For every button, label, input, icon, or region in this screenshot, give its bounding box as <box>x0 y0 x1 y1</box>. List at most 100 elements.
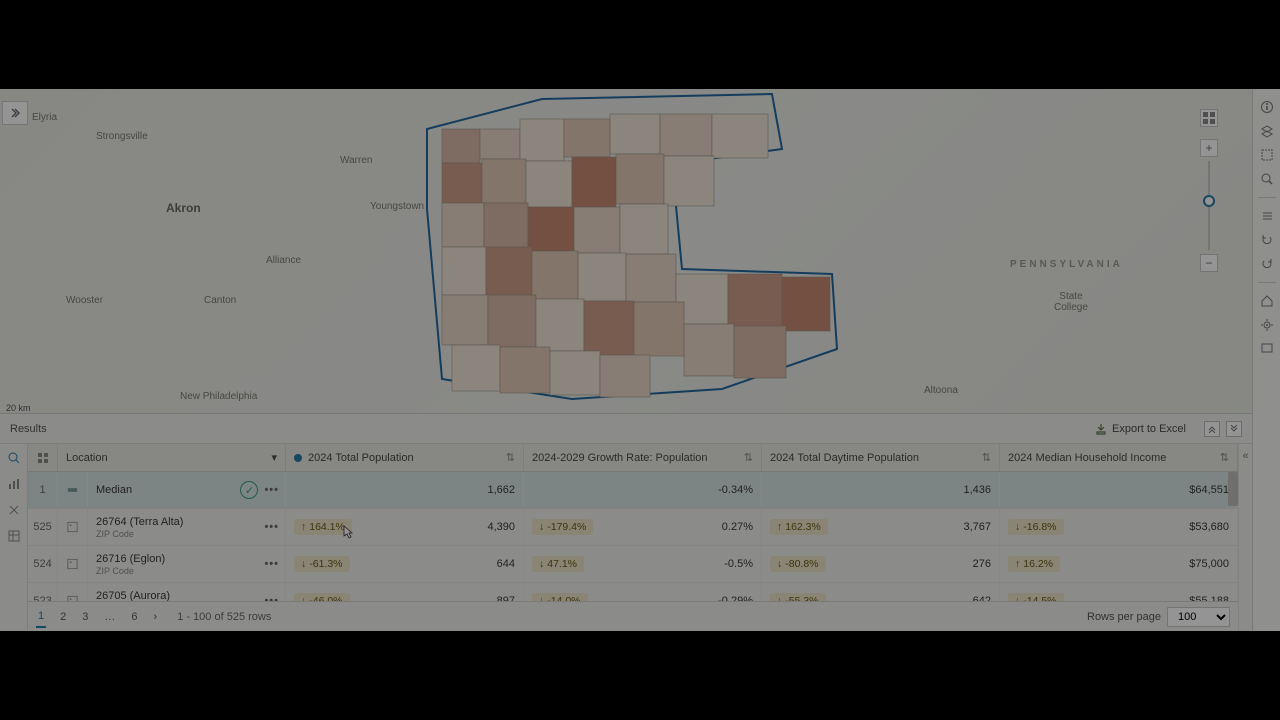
cell-value: -61.3%644 <box>286 546 524 582</box>
export-to-excel-button[interactable]: Export to Excel <box>1089 420 1192 438</box>
cell-value: $64,551 <box>1000 472 1238 508</box>
map-label: Alliance <box>266 255 301 266</box>
layers-icon[interactable] <box>1257 121 1277 141</box>
grid-view-tabs <box>0 444 28 631</box>
column-header-growth[interactable]: 2024-2029 Growth Rate: Population ⇅ <box>524 444 762 471</box>
cell-location: Median✓••• <box>88 472 286 508</box>
map-right-toolbar <box>1252 89 1280 631</box>
map-label: Warren <box>340 155 372 166</box>
row-index: 523 <box>28 583 58 601</box>
map-label: Akron <box>166 201 201 215</box>
search-icon[interactable] <box>1257 169 1277 189</box>
grid-tab-table-icon[interactable] <box>6 528 22 544</box>
sort-icon[interactable]: ⇅ <box>982 451 991 464</box>
grid-tab-chart-icon[interactable] <box>6 476 22 492</box>
row-actions-button[interactable]: ••• <box>264 484 279 496</box>
series-dot-icon <box>294 454 302 462</box>
cell-value: -80.8%276 <box>762 546 1000 582</box>
row-type-icon <box>58 472 88 508</box>
column-header-daytime-pop[interactable]: 2024 Total Daytime Population ⇅ <box>762 444 1000 471</box>
panel-collapse-button[interactable] <box>1204 421 1220 437</box>
home-extent-icon[interactable] <box>1257 291 1277 311</box>
row-index: 1 <box>28 472 58 508</box>
column-options-icon[interactable] <box>28 444 58 471</box>
basemap-gallery-button[interactable] <box>1200 109 1218 127</box>
map-label: Wooster <box>66 295 103 306</box>
sort-icon[interactable]: ⇅ <box>1220 451 1229 464</box>
grid-footer: 123 … 6 › 1 - 100 of 525 rows Rows per page… <box>28 601 1238 631</box>
table-row[interactable]: 524 26716 (Eglon)ZIP Code•••-61.3%64447.1… <box>28 546 1238 583</box>
map-label: New Philadelphia <box>180 391 257 402</box>
cell-value: 1,436 <box>762 472 1000 508</box>
grid-body[interactable]: 1Median✓•••1,662-0.34%1,436$64,551525267… <box>28 472 1238 601</box>
map-label: Elyria <box>32 112 57 123</box>
map-label: Canton <box>204 295 236 306</box>
results-title: Results <box>10 423 47 435</box>
rows-per-page-select[interactable]: 100 <box>1167 607 1230 627</box>
cell-location: 26716 (Eglon)ZIP Code••• <box>88 546 286 582</box>
column-header-location[interactable]: Location ▾ <box>58 444 286 471</box>
zoom-handle[interactable] <box>1203 195 1215 207</box>
table-row[interactable]: 1Median✓•••1,662-0.34%1,436$64,551 <box>28 472 1238 509</box>
page-button[interactable]: 1 <box>36 606 46 628</box>
cell-value: 164.1%4,390 <box>286 509 524 545</box>
table-row[interactable]: 525 26764 (Terra Alta)ZIP Code•••164.1%4,… <box>28 509 1238 546</box>
page-button[interactable]: 2 <box>58 607 68 627</box>
export-icon <box>1095 423 1107 435</box>
fullscreen-icon[interactable] <box>1257 339 1277 359</box>
row-actions-button[interactable]: ••• <box>264 521 279 533</box>
row-select-check-icon[interactable]: ✓ <box>240 481 258 499</box>
row-index: 525 <box>28 509 58 545</box>
row-type-icon <box>58 509 88 545</box>
column-header-income[interactable]: 2024 Median Household Income ⇅ <box>1000 444 1238 471</box>
cell-value: 16.2%$75,000 <box>1000 546 1238 582</box>
grid-right-collapse-button[interactable]: « <box>1238 444 1252 631</box>
pagination: 123 … 6 › <box>36 606 159 628</box>
redo-icon[interactable] <box>1257 254 1277 274</box>
row-actions-button[interactable]: ••• <box>264 558 279 570</box>
grid-header-row: Location ▾ 2024 Total Population ⇅ 2024-… <box>28 444 1238 472</box>
cursor-icon <box>343 525 353 539</box>
undo-icon[interactable] <box>1257 230 1277 250</box>
info-tool-icon[interactable] <box>1257 97 1277 117</box>
sort-icon[interactable]: ⇅ <box>744 451 753 464</box>
cell-value: 1,662 <box>286 472 524 508</box>
chevron-down-icon[interactable]: ▾ <box>271 451 277 464</box>
column-header-population[interactable]: 2024 Total Population ⇅ <box>286 444 524 471</box>
grid-tab-compare-icon[interactable] <box>6 502 22 518</box>
select-tool-icon[interactable] <box>1257 145 1277 165</box>
map-label: StateCollege <box>1054 291 1088 313</box>
panel-expand-button[interactable] <box>1226 421 1242 437</box>
zoom-out-button[interactable]: − <box>1200 254 1218 272</box>
rows-per-page-label: Rows per page <box>1087 611 1161 623</box>
expand-left-panel-button[interactable] <box>2 101 28 125</box>
grid-tab-filter-icon[interactable] <box>6 450 22 466</box>
cell-value: 162.3%3,767 <box>762 509 1000 545</box>
cell-value: -14.5%$55,188 <box>1000 583 1238 601</box>
scrollbar-thumb[interactable] <box>1228 472 1238 506</box>
page-button[interactable]: 3 <box>80 607 90 627</box>
page-button[interactable]: 6 <box>129 607 139 627</box>
page-button: … <box>102 607 117 627</box>
zoom-slider[interactable]: + − <box>1200 139 1218 272</box>
pagination-info: 1 - 100 of 525 rows <box>177 611 271 623</box>
cell-location: 26764 (Terra Alta)ZIP Code••• <box>88 509 286 545</box>
page-next-button[interactable]: › <box>152 607 160 627</box>
locate-icon[interactable] <box>1257 315 1277 335</box>
cell-value: -14.0%-0.29% <box>524 583 762 601</box>
cell-value: 47.1%-0.5% <box>524 546 762 582</box>
row-actions-button[interactable]: ••• <box>264 595 279 601</box>
zoom-in-button[interactable]: + <box>1200 139 1218 157</box>
map-label: Altoona <box>924 385 958 396</box>
map-label: Strongsville <box>96 131 148 142</box>
cell-value: -16.8%$53,680 <box>1000 509 1238 545</box>
sort-icon[interactable]: ⇅ <box>506 451 515 464</box>
map-state-label: PENNSYLVANIA <box>1010 259 1123 270</box>
row-type-icon <box>58 546 88 582</box>
table-row[interactable]: 52326705 (Aurora)ZIP Code•••-46.0%897-14… <box>28 583 1238 601</box>
list-icon[interactable] <box>1257 206 1277 226</box>
row-type-icon <box>58 583 88 601</box>
row-index: 524 <box>28 546 58 582</box>
cell-value: -179.4%0.27% <box>524 509 762 545</box>
map-label: Youngstown <box>370 201 424 212</box>
